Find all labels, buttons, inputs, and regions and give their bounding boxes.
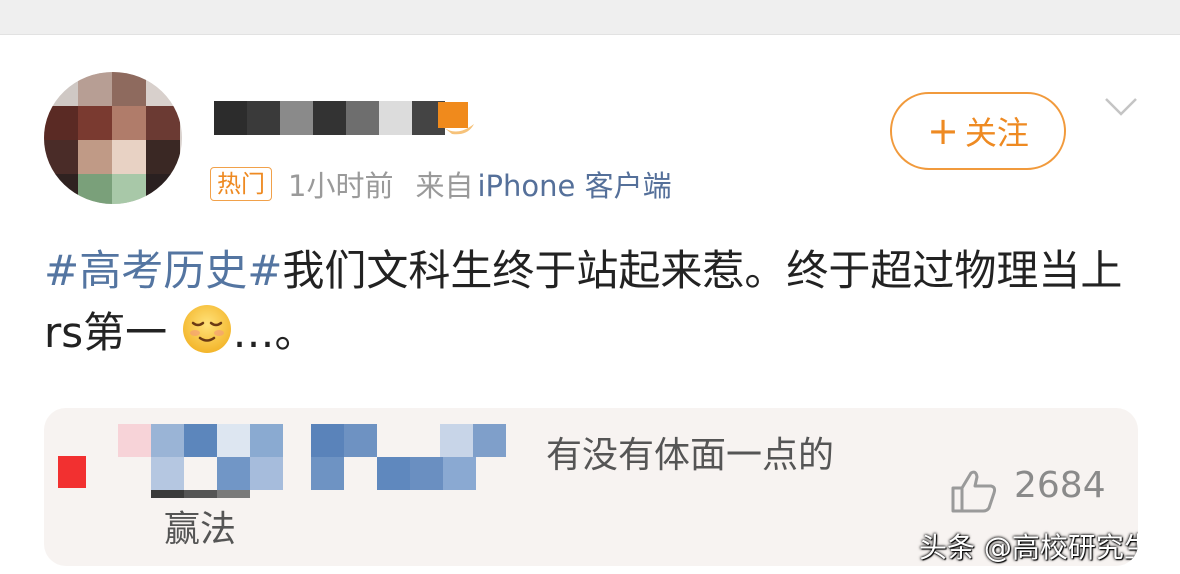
avatar[interactable] <box>44 72 182 204</box>
hot-badge: 热门 <box>210 167 272 201</box>
post-meta: 热门 1小时前 来自 iPhone 客户端 <box>210 164 672 204</box>
post-time: 1小时前 <box>288 169 394 203</box>
username-blurred[interactable] <box>214 101 445 135</box>
hashtag-link[interactable]: #高考历史# <box>44 246 282 295</box>
thumbs-up-icon[interactable] <box>949 468 999 514</box>
repost-text-line2: 赢法 <box>164 509 237 550</box>
post-content: #高考历史#我们文科生终于站起来惹。终于超过物理当上rs第一 …。 <box>44 240 1134 364</box>
post-text-suffix: …。 <box>232 308 317 357</box>
repost-card[interactable]: 有没有体面一点的 赢法 2684 头条 @高校研究生 <box>44 408 1138 566</box>
like-count: 2684 <box>1014 465 1106 506</box>
source-link[interactable]: iPhone 客户端 <box>477 163 671 205</box>
chevron-down-icon[interactable] <box>1104 96 1138 118</box>
follow-button[interactable]: + 关注 <box>890 92 1066 170</box>
relieved-face-emoji-icon <box>182 305 231 353</box>
watermark: 头条 @高校研究生 <box>919 531 1138 564</box>
plus-icon: + <box>927 109 959 153</box>
follow-label: 关注 <box>964 114 1029 152</box>
repost-text-line1: 有没有体面一点的 <box>546 435 835 476</box>
vip-badge-icon <box>438 102 474 135</box>
top-bar <box>0 0 1180 35</box>
source-prefix: 来自 <box>415 169 474 203</box>
